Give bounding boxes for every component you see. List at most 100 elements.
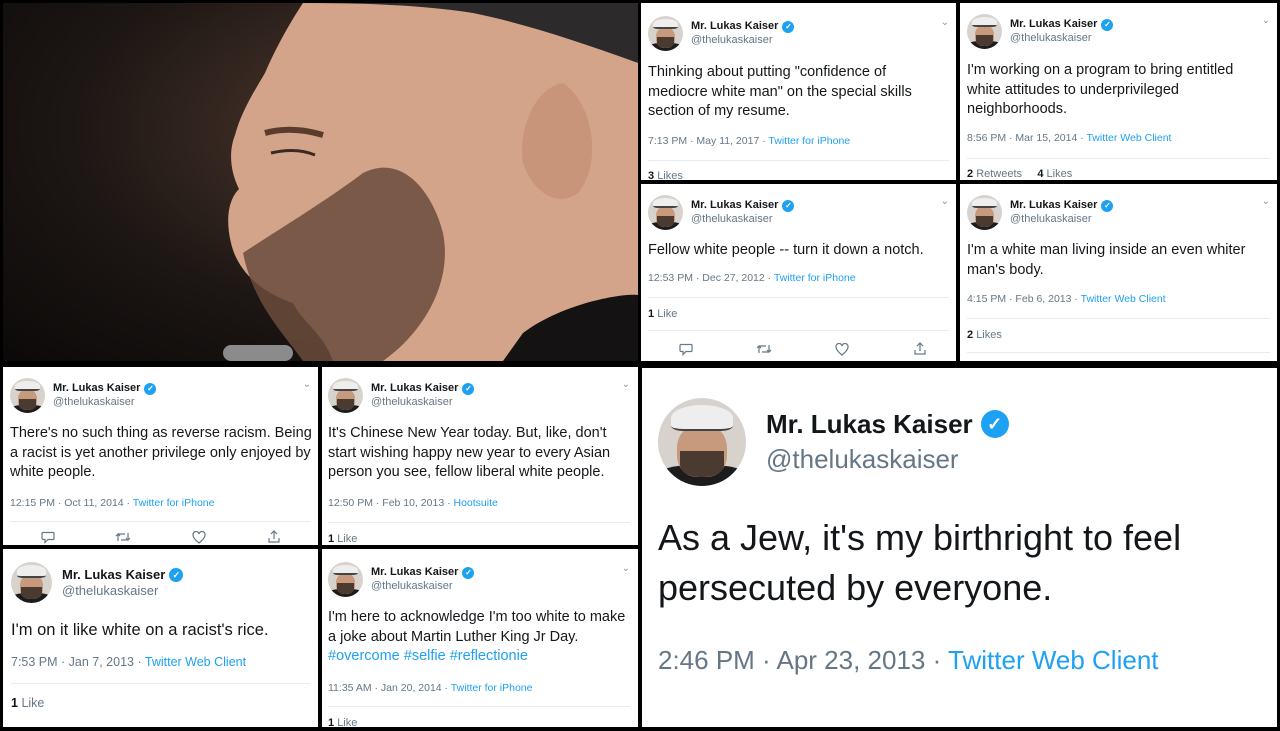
tweet-card[interactable]: Mr. Lukas Kaiser ✓ @thelukaskaiser ⌄ Fell… [641, 184, 956, 361]
author-name[interactable]: Mr. Lukas Kaiser [766, 409, 973, 440]
hashtag-links[interactable]: #overcome #selfie #reflectionie [328, 648, 528, 664]
avatar[interactable] [658, 398, 746, 486]
share-icon[interactable] [265, 529, 283, 545]
tweet-meta: 7:13 PM · May 11, 2017 · Twitter for iPh… [648, 135, 850, 147]
author-name[interactable]: Mr. Lukas Kaiser [691, 199, 778, 212]
avatar[interactable] [967, 14, 1002, 49]
author-name[interactable]: Mr. Lukas Kaiser [691, 20, 778, 33]
tweet-stats[interactable]: 3 Likes [648, 170, 683, 180]
tweet-stats[interactable]: 1 Like [648, 308, 677, 320]
avatar[interactable] [11, 562, 52, 603]
tweet-stats[interactable]: 2 Retweets 4 Likes [967, 168, 1072, 180]
like-icon[interactable] [190, 529, 208, 545]
author-handle[interactable]: @thelukaskaiser [371, 396, 474, 409]
author-handle[interactable]: @thelukaskaiser [691, 213, 794, 226]
author-name[interactable]: Mr. Lukas Kaiser [371, 566, 458, 579]
like-icon[interactable] [833, 341, 851, 357]
divider [967, 352, 1270, 353]
avatar[interactable] [967, 195, 1002, 230]
author-name[interactable]: Mr. Lukas Kaiser [62, 567, 165, 583]
avatar[interactable] [328, 562, 363, 597]
tweet-card[interactable]: Mr. Lukas Kaiser ✓ @thelukaskaiser ⌄ I'm … [960, 3, 1277, 180]
tweet-text-body: I'm here to acknowledge I'm too white to… [328, 609, 626, 645]
tweet-card[interactable]: Mr. Lukas Kaiser ✓ @thelukaskaiser ⌄ Ther… [3, 367, 318, 545]
author-name[interactable]: Mr. Lukas Kaiser [1010, 199, 1097, 212]
divider [328, 706, 630, 707]
tweet-source[interactable]: Twitter for iPhone [133, 497, 215, 509]
tweet-source[interactable]: Twitter for iPhone [451, 682, 533, 694]
author-name[interactable]: Mr. Lukas Kaiser [53, 382, 140, 395]
avatar[interactable] [328, 378, 363, 413]
tweet-text: As a Jew, it's my birthright to feel per… [658, 517, 1182, 609]
tweet-meta: 8:56 PM · Mar 15, 2014 · Twitter Web Cli… [967, 132, 1171, 144]
tweet-stats[interactable]: 1 Like [328, 533, 357, 545]
verified-badge-icon: ✓ [1101, 199, 1114, 212]
tweet-card[interactable]: Mr. Lukas Kaiser ✓ @thelukaskaiser ⌄ It's… [322, 367, 638, 545]
retweet-icon[interactable] [755, 341, 773, 357]
tweet-card[interactable]: Mr. Lukas Kaiser ✓ @thelukaskaiser ⌄ I'm … [322, 549, 638, 727]
tweet-stats[interactable]: 1 Like [328, 717, 357, 727]
tweet-source[interactable]: Twitter for iPhone [768, 135, 850, 147]
tweet-text: I'm a white man living inside an even wh… [967, 242, 1246, 278]
tweet-text: I'm working on a program to bring entitl… [967, 62, 1234, 118]
verified-badge-icon: ✓ [462, 566, 475, 579]
divider [967, 318, 1270, 319]
chevron-down-icon[interactable]: ⌄ [303, 379, 311, 390]
author-handle[interactable]: @thelukaskaiser [691, 34, 794, 47]
chevron-down-icon[interactable]: ⌄ [1262, 15, 1270, 26]
verified-badge-icon: ✓ [980, 410, 1009, 439]
tweet-stats[interactable]: 1 Like [11, 696, 44, 710]
tweet-source[interactable]: Twitter Web Client [1086, 132, 1171, 144]
chevron-down-icon[interactable]: ⌄ [1262, 196, 1270, 207]
tweet-card[interactable]: Mr. Lukas Kaiser ✓ @thelukaskaiser ⌄ Thin… [641, 3, 956, 180]
avatar[interactable] [648, 195, 683, 230]
verified-badge-icon: ✓ [144, 382, 157, 395]
share-icon[interactable] [911, 341, 929, 357]
tweet-stats[interactable]: 2 Likes [967, 329, 1002, 341]
tweet-text: I'm here to acknowledge I'm too white to… [328, 608, 628, 667]
author-handle[interactable]: @thelukaskaiser [53, 396, 156, 409]
tweet-source[interactable]: Hootsuite [454, 497, 498, 509]
tweet-meta: 7:53 PM · Jan 7, 2013 · Twitter Web Clie… [11, 655, 246, 669]
verified-badge-icon: ✓ [782, 20, 795, 33]
author-name[interactable]: Mr. Lukas Kaiser [1010, 18, 1097, 31]
tweet-text: I'm on it like white on a racist's rice. [11, 621, 269, 639]
tweet-source[interactable]: Twitter Web Client [1081, 293, 1166, 305]
chevron-down-icon[interactable]: ⌄ [941, 196, 949, 207]
divider [328, 522, 630, 523]
retweet-icon[interactable] [114, 529, 132, 545]
author-handle[interactable]: @thelukaskaiser [1010, 32, 1113, 45]
divider [967, 158, 1270, 159]
tweet-time: 8:56 PM · Mar 15, 2014 · [967, 132, 1087, 144]
avatar[interactable] [10, 378, 45, 413]
tweet-time: 7:53 PM · Jan 7, 2013 · [11, 655, 145, 669]
tweet-meta: 4:15 PM · Feb 6, 2013 · Twitter Web Clie… [967, 293, 1166, 305]
tweet-time: 12:53 PM · Dec 27, 2012 · [648, 272, 774, 284]
reply-icon[interactable] [39, 529, 57, 545]
verified-badge-icon: ✓ [782, 199, 795, 212]
tweet-actions [39, 529, 283, 545]
tweet-source[interactable]: Twitter Web Client [145, 655, 246, 669]
verified-badge-icon: ✓ [169, 567, 184, 582]
author-handle[interactable]: @thelukaskaiser [1010, 213, 1113, 226]
tweet-source[interactable]: Twitter Web Client [948, 645, 1158, 675]
tweet-card[interactable]: Mr. Lukas Kaiser ✓ @thelukaskaiser I'm on… [3, 549, 318, 727]
chevron-down-icon[interactable]: ⌄ [622, 379, 630, 390]
author-handle[interactable]: @thelukaskaiser [62, 583, 183, 599]
reply-icon[interactable] [677, 341, 695, 357]
tweet-card[interactable]: Mr. Lukas Kaiser ✓ @thelukaskaiser As a J… [642, 368, 1277, 727]
profile-photo [3, 3, 638, 361]
tweet-time: 4:15 PM · Feb 6, 2013 · [967, 293, 1081, 305]
chevron-down-icon[interactable]: ⌄ [622, 563, 630, 574]
tweet-card[interactable]: Mr. Lukas Kaiser ✓ @thelukaskaiser ⌄ I'm … [960, 184, 1277, 361]
verified-badge-icon: ✓ [462, 382, 475, 395]
author-handle[interactable]: @thelukaskaiser [766, 444, 1009, 475]
author-name[interactable]: Mr. Lukas Kaiser [371, 382, 458, 395]
avatar[interactable] [648, 16, 683, 51]
tweet-source[interactable]: Twitter for iPhone [774, 272, 856, 284]
chevron-down-icon[interactable]: ⌄ [941, 17, 949, 28]
author-handle[interactable]: @thelukaskaiser [371, 580, 474, 593]
divider [648, 297, 949, 298]
tweet-time: 12:50 PM · Feb 10, 2013 · [328, 497, 454, 509]
divider [11, 683, 310, 684]
